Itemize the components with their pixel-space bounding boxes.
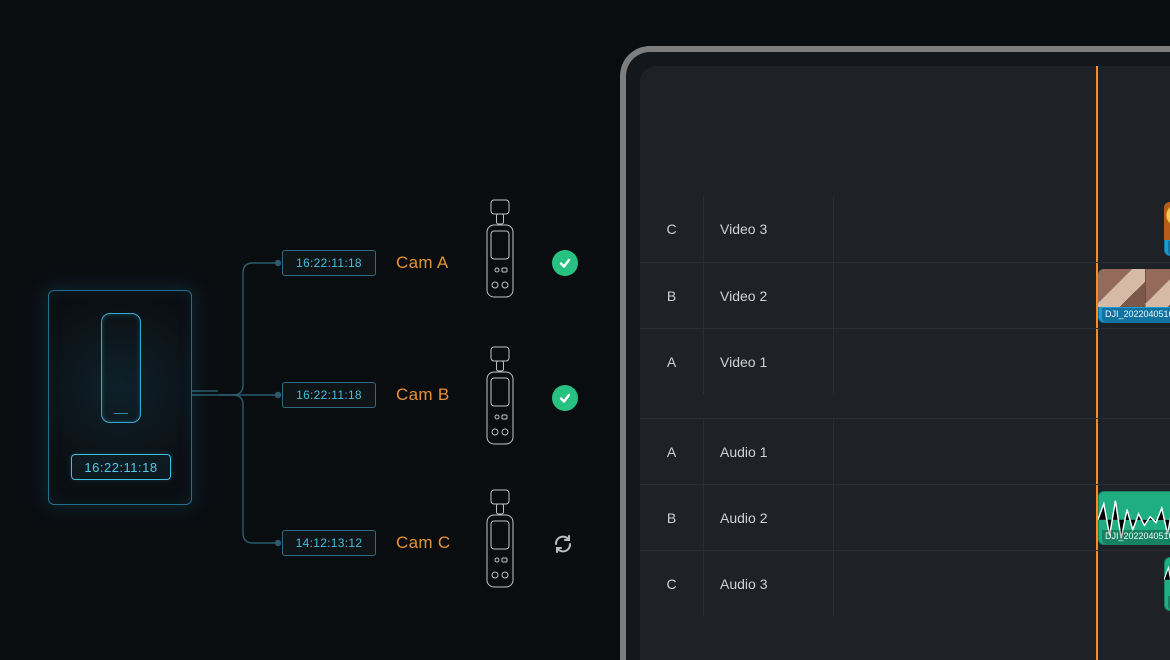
- row-channel: B: [640, 485, 704, 550]
- cam-label: Cam B: [396, 385, 449, 405]
- row-channel: C: [640, 196, 704, 262]
- row-channel: A: [640, 419, 704, 484]
- row-channel: B: [640, 263, 704, 328]
- timeline-row[interactable]: A Audio 1 DJI_20220405163421_0013_D: [640, 418, 1170, 484]
- row-channel: C: [640, 551, 704, 616]
- waveform-icon: [1164, 561, 1170, 598]
- row-name: Audio 2: [704, 485, 834, 550]
- row-name: Video 3: [704, 196, 834, 262]
- timeline-row[interactable]: C Audio 3 DJI_20220405163508_0028_D: [640, 550, 1170, 616]
- audio-clip[interactable]: DJI_20220405163508_0028_D: [1164, 557, 1170, 611]
- track-area[interactable]: DJI_20220405163508_0028_D: [834, 196, 1170, 262]
- clip-filename: DJI_20220405162328_0043_D: [1102, 530, 1170, 544]
- row-channel: A: [640, 329, 704, 394]
- controller-timecode: 16:22:11:18: [71, 454, 171, 480]
- phone-icon: [101, 313, 141, 423]
- status-sync-icon: [550, 531, 576, 557]
- cam-timecode: 14:12:13:12: [282, 530, 376, 556]
- cam-timecode: 16:22:11:18: [282, 382, 376, 408]
- audio-clip[interactable]: DJI_20220405162328_0043_D: [1098, 491, 1170, 545]
- timeline-row[interactable]: B Audio 2 DJI_20220405162328_0043_D: [640, 484, 1170, 550]
- timeline-row[interactable]: C Video 3 DJI_20220405163508_0028_D: [640, 196, 1170, 262]
- cam-label: Cam C: [396, 533, 450, 553]
- timeline-row[interactable]: B Video 2 DJI_20220405162328_0043_D: [640, 262, 1170, 328]
- gimbal-camera-icon: [480, 485, 520, 595]
- cam-timecode: 16:22:11:18: [282, 250, 376, 276]
- gimbal-camera-icon: [480, 195, 520, 305]
- row-name: Video 2: [704, 263, 834, 328]
- status-ok-icon: [552, 250, 578, 276]
- timeline-gap: [640, 394, 1170, 418]
- gimbal-camera-icon: [480, 342, 520, 452]
- track-area[interactable]: DJI_20220405162328_0043_D: [834, 485, 1170, 550]
- laptop-frame: C Video 3 DJI_20220405163508_0028_D B Vi…: [620, 46, 1170, 660]
- row-name: Audio 3: [704, 551, 834, 616]
- track-area[interactable]: DJI_20220405163421_0013_D: [834, 329, 1170, 394]
- sync-diagram: 16:22:11:18 16:22:11:18 Cam A 16:22:11:1…: [48, 195, 588, 555]
- controller-box: 16:22:11:18: [48, 290, 192, 505]
- status-ok-icon: [552, 385, 578, 411]
- clip-filename: DJI_20220405162328_0043_D: [1102, 308, 1170, 322]
- video-clip[interactable]: DJI_20220405162328_0043_D: [1098, 269, 1170, 323]
- track-area[interactable]: DJI_20220405162328_0043_D: [834, 263, 1170, 328]
- row-name: Audio 1: [704, 419, 834, 484]
- track-area[interactable]: DJI_20220405163421_0013_D: [834, 419, 1170, 484]
- cam-label: Cam A: [396, 253, 449, 273]
- track-area[interactable]: DJI_20220405163508_0028_D: [834, 551, 1170, 616]
- timeline-row[interactable]: A Video 1 DJI_20220405163421_0013_D: [640, 328, 1170, 394]
- timeline[interactable]: C Video 3 DJI_20220405163508_0028_D B Vi…: [640, 196, 1170, 616]
- editor-screen: C Video 3 DJI_20220405163508_0028_D B Vi…: [640, 66, 1170, 660]
- row-name: Video 1: [704, 329, 834, 394]
- video-clip[interactable]: DJI_20220405163508_0028_D: [1164, 202, 1170, 256]
